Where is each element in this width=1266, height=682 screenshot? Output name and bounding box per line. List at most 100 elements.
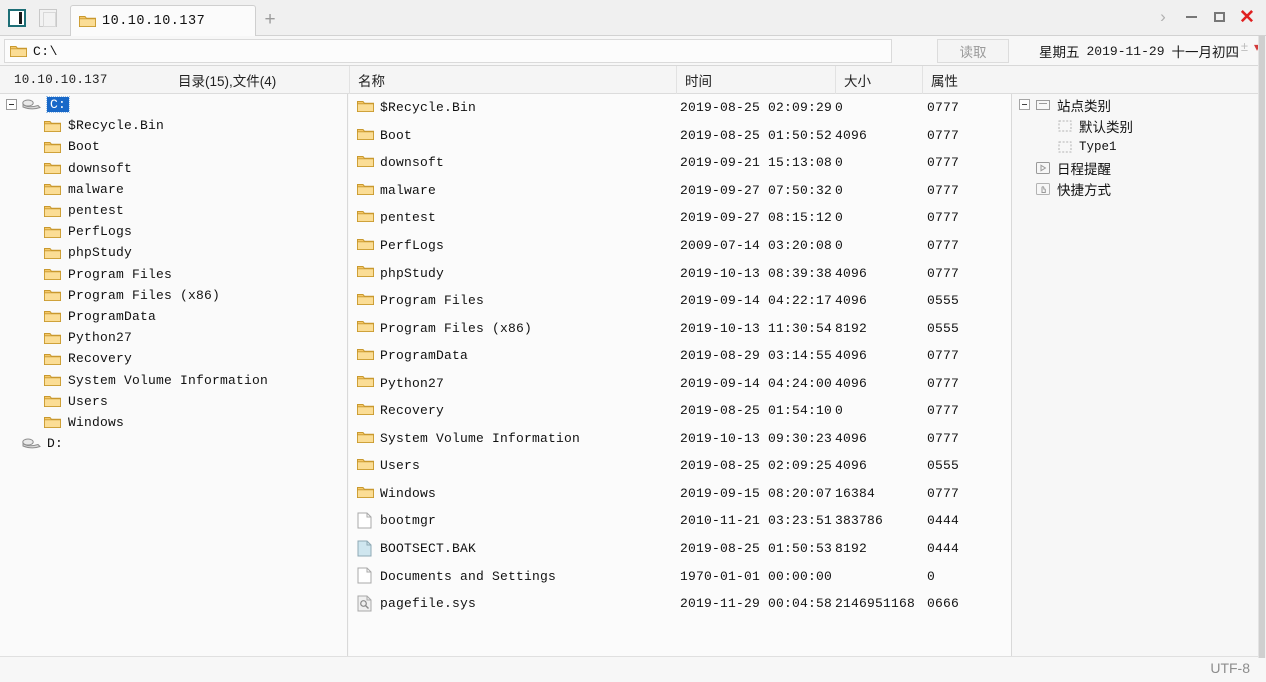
collapse-expander-icon[interactable] xyxy=(1019,99,1030,110)
file-name: Recovery xyxy=(380,403,445,419)
file-attr: 0777 xyxy=(927,430,960,446)
new-tab-button[interactable]: + xyxy=(261,10,279,30)
file-row[interactable]: System Volume Information 2019-10-13 09:3… xyxy=(349,425,1011,453)
tree-node[interactable]: ProgramData xyxy=(0,306,347,327)
file-type-icon xyxy=(357,430,381,448)
file-name: $Recycle.Bin xyxy=(380,100,477,116)
file-row[interactable]: ProgramData 2019-08-29 03:14:55 4096 0777 xyxy=(349,342,1011,370)
side-panel-item[interactable]: 默认类别 xyxy=(1013,115,1258,136)
tree-node[interactable]: Recovery xyxy=(0,348,347,369)
file-attr: 0555 xyxy=(927,293,960,309)
file-attr: 0 xyxy=(927,568,936,584)
file-row[interactable]: Users 2019-08-25 02:09:25 4096 0555 xyxy=(349,452,1011,480)
minimize-button[interactable] xyxy=(1178,6,1204,28)
folder-icon xyxy=(357,321,374,333)
file-time: 2019-08-25 02:09:25 xyxy=(680,458,833,474)
folder-icon xyxy=(357,128,374,140)
file-attr: 0777 xyxy=(927,182,960,198)
tree-node-d-drive[interactable]: D: xyxy=(0,433,347,454)
tree-node[interactable]: Python27 xyxy=(0,327,347,348)
file-name: ProgramData xyxy=(380,348,469,364)
file-row[interactable]: pentest 2019-09-27 08:15:12 0 0777 xyxy=(349,204,1011,232)
file-row[interactable]: malware 2019-09-27 07:50:32 0 0777 xyxy=(349,177,1011,205)
file-time: 2019-08-25 01:54:10 xyxy=(680,403,833,419)
folder-icon xyxy=(44,184,61,196)
tree-node[interactable]: malware xyxy=(0,179,347,200)
file-row[interactable]: Python27 2019-09-14 04:24:00 4096 0777 xyxy=(349,369,1011,397)
tree-node[interactable]: $Recycle.Bin xyxy=(0,115,347,136)
tree-node[interactable]: phpStudy xyxy=(0,242,347,263)
file-time: 2019-09-27 07:50:32 xyxy=(680,182,833,198)
file-row[interactable]: Windows 2019-09-15 08:20:07 16384 0777 xyxy=(349,480,1011,508)
file-size: 4096 xyxy=(835,430,868,446)
scrollbar-thumb[interactable] xyxy=(1259,36,1265,658)
close-button[interactable]: ✕ xyxy=(1234,6,1260,28)
directory-tree-panel[interactable]: C: $Recycle.Bin Boot downsoft malware pentes… xyxy=(0,94,348,656)
folder-icon xyxy=(357,238,374,250)
file-name: phpStudy xyxy=(380,265,445,281)
tree-node-label: Python27 xyxy=(68,330,133,346)
site-category-panel[interactable]: 站点类别 默认类别 Type1 日程提醒 快捷方式 xyxy=(1013,94,1258,656)
tree-node[interactable]: Users xyxy=(0,391,347,412)
tree-node-label: Windows xyxy=(68,414,125,430)
header-attr[interactable]: 属性 xyxy=(922,66,1012,94)
tree-node-label: Recovery xyxy=(68,351,133,367)
file-row[interactable]: pagefile.sys 2019-11-29 00:04:58 214695116… xyxy=(349,590,1011,618)
path-input[interactable]: C:\ xyxy=(4,39,892,63)
file-row[interactable]: Program Files (x86) 2019-10-13 11:30:54 81… xyxy=(349,314,1011,342)
tab-10-10-10-137[interactable]: 10.10.10.137 xyxy=(70,5,256,36)
file-row[interactable]: Boot 2019-08-25 01:50:52 4096 0777 xyxy=(349,122,1011,150)
tree-node[interactable]: pentest xyxy=(0,200,347,221)
file-list-panel[interactable]: $Recycle.Bin 2019-08-25 02:09:29 0 0777 Boot… xyxy=(349,94,1012,656)
file-row[interactable]: bootmgr 2010-11-21 03:23:51 383786 0444 xyxy=(349,507,1011,535)
read-button[interactable]: 读取 xyxy=(937,39,1009,63)
file-rows: $Recycle.Bin 2019-08-25 02:09:29 0 0777 Boot… xyxy=(349,94,1011,617)
panel-left-toggle-button[interactable] xyxy=(6,7,28,29)
tree-node[interactable]: System Volume Information xyxy=(0,369,347,390)
file-name: Windows xyxy=(380,485,437,501)
tree-node[interactable]: Windows xyxy=(0,412,347,433)
collapse-expander-icon[interactable] xyxy=(6,99,17,111)
file-row[interactable]: phpStudy 2019-10-13 08:39:38 4096 0777 xyxy=(349,259,1011,287)
tree-node[interactable]: downsoft xyxy=(0,158,347,179)
file-row[interactable]: BOOTSECT.BAK 2019-08-25 01:50:53 8192 0444 xyxy=(349,535,1011,563)
file-row[interactable]: Recovery 2019-08-25 01:54:10 0 0777 xyxy=(349,397,1011,425)
side-panel-item[interactable]: 站点类别 xyxy=(1013,94,1258,115)
header-name[interactable]: 名称 xyxy=(349,66,687,94)
window-scrollbar[interactable] xyxy=(1258,36,1266,658)
side-panel-item[interactable]: 快捷方式 xyxy=(1013,178,1258,199)
file-type-icon xyxy=(357,347,381,365)
file-row[interactable]: PerfLogs 2009-07-14 03:20:08 0 0777 xyxy=(349,232,1011,260)
tree-node-label: Program Files xyxy=(68,266,173,282)
file-size: 0 xyxy=(835,155,844,171)
maximize-button[interactable] xyxy=(1206,6,1232,28)
address-row: C:\ ± ▾ 读取 星期五 2019-11-29 十一月初四 xyxy=(0,36,1266,66)
file-type-icon xyxy=(357,319,381,337)
tree-node[interactable]: Boot xyxy=(0,136,347,157)
shortcut-icon xyxy=(1036,182,1050,195)
tree-node[interactable]: Program Files (x86) xyxy=(0,285,347,306)
panel-bottom-divider xyxy=(0,656,1258,657)
chevron-right-icon[interactable]: › xyxy=(1150,6,1176,28)
side-panel-item[interactable]: 日程提醒 xyxy=(1013,157,1258,178)
tree-node[interactable]: Program Files xyxy=(0,264,347,285)
file-row[interactable]: Documents and Settings 1970-01-01 00:00:0… xyxy=(349,562,1011,590)
file-row[interactable]: Program Files 2019-09-14 04:22:17 4096 0555 xyxy=(349,287,1011,315)
folder-icon xyxy=(357,459,374,471)
file-row[interactable]: $Recycle.Bin 2019-08-25 02:09:29 0 0777 xyxy=(349,94,1011,122)
side-panel-item-label: Type1 xyxy=(1079,139,1117,154)
header-time[interactable]: 时间 xyxy=(676,66,828,94)
folder-icon xyxy=(44,417,61,429)
file-time: 2019-09-15 08:20:07 xyxy=(680,485,833,501)
panel-right-toggle-button[interactable] xyxy=(37,7,59,29)
folder-icon xyxy=(44,141,61,153)
file-row[interactable]: downsoft 2019-09-21 15:13:08 0 0777 xyxy=(349,149,1011,177)
lunar-date-label: 十一月初四 xyxy=(1171,45,1240,60)
tree-node-c-drive[interactable]: C: xyxy=(0,94,347,115)
tree-node[interactable]: PerfLogs xyxy=(0,221,347,242)
folder-icon xyxy=(44,120,61,132)
header-size[interactable]: 大小 xyxy=(835,66,915,94)
file-size: 4096 xyxy=(835,127,868,143)
file-type-icon xyxy=(357,182,381,200)
side-panel-item[interactable]: Type1 xyxy=(1013,136,1258,157)
